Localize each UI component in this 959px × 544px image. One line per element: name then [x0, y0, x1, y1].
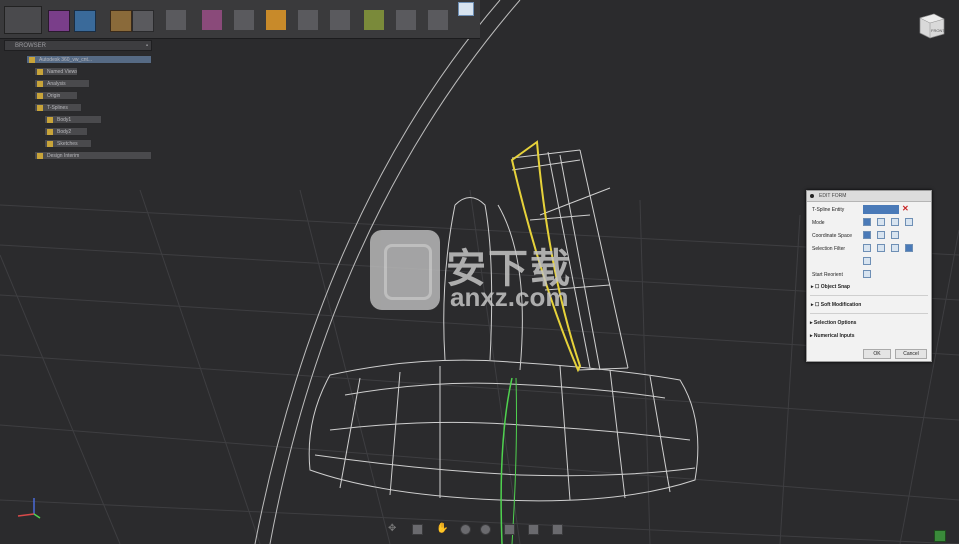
look-at-icon[interactable] — [412, 524, 423, 535]
space-view-icon[interactable] — [877, 231, 885, 239]
app-logo-icon[interactable] — [4, 6, 42, 34]
tree-item-root[interactable]: Autodesk 360_vw_cnt... — [26, 55, 152, 64]
display-settings-icon[interactable] — [504, 524, 515, 535]
select-icon[interactable] — [330, 10, 350, 30]
box-icon[interactable] — [48, 10, 70, 32]
watermark: 安下载 anxz.com — [370, 228, 590, 314]
tree-item-body2[interactable]: Body2 — [44, 127, 88, 136]
filter-edge-icon[interactable] — [877, 244, 885, 252]
reorient-icon[interactable] — [863, 270, 871, 278]
selection-filter-label: Selection Filter — [812, 246, 846, 252]
mode-scale-icon[interactable] — [905, 218, 913, 226]
browser-panel: BROWSER ▪ Autodesk 360_vw_cnt... Named V… — [4, 40, 152, 162]
body-icon — [47, 117, 53, 123]
viewports-icon[interactable] — [552, 524, 563, 535]
tree-item-tsplines[interactable]: T-Splines — [34, 103, 82, 112]
make-icon[interactable] — [396, 10, 416, 30]
bag-logo-icon — [370, 230, 440, 310]
viewcube-icon[interactable]: FRONT — [916, 10, 946, 40]
clear-selection-icon[interactable]: ✕ — [902, 204, 909, 213]
edit-form-dialog: EDIT FORM T-Spline Entity ✕ Mode Coordin… — [806, 190, 932, 362]
close-icon[interactable]: ▪ — [146, 41, 148, 52]
filter-vertex-icon[interactable] — [863, 244, 871, 252]
browser-header: BROWSER ▪ — [4, 40, 152, 51]
fit-icon[interactable] — [480, 524, 491, 535]
tspline-entity-selection[interactable] — [863, 205, 899, 214]
mode-rotate-icon[interactable] — [891, 218, 899, 226]
numerical-inputs-expander[interactable]: ▸ Numerical Inputs — [810, 333, 854, 339]
add-ins-icon[interactable] — [428, 10, 448, 30]
tree-item-body1[interactable]: Body1 — [44, 115, 102, 124]
grid-settings-icon[interactable] — [528, 524, 539, 535]
folder-icon — [37, 69, 43, 75]
mode-multi-icon[interactable] — [863, 218, 871, 226]
insert-edge-icon[interactable] — [132, 10, 154, 32]
folder-icon — [37, 81, 43, 87]
toolbar-group-symmetry — [160, 0, 320, 38]
ok-button[interactable]: OK — [863, 349, 891, 359]
divider — [810, 295, 928, 296]
tree-item-named-views[interactable]: Named Views — [34, 67, 78, 76]
object-snap-expander[interactable]: ▸ ☐ Object Snap — [811, 284, 850, 290]
coordinate-space-label: Coordinate Space — [812, 233, 853, 239]
divider — [810, 313, 928, 314]
modify-icon[interactable] — [74, 10, 96, 32]
filter-body-icon[interactable] — [863, 257, 871, 265]
folder-icon — [37, 105, 43, 111]
mode-translate-icon[interactable] — [877, 218, 885, 226]
component-icon — [29, 57, 35, 63]
folder-icon — [37, 153, 43, 159]
axis-triad-icon — [17, 498, 41, 519]
viewcube-face: FRONT — [931, 28, 945, 33]
sketch-icon — [47, 141, 53, 147]
tspline-entity-label: T-Spline Entity — [812, 207, 845, 213]
tree-item-design[interactable]: Design Interim — [34, 151, 152, 160]
edit-form-icon[interactable] — [110, 10, 132, 32]
toolbar-group-modify — [106, 0, 156, 38]
edit-form-title: EDIT FORM — [819, 193, 847, 199]
start-reorient-label: Start Reorient — [812, 272, 843, 278]
dialog-dot-icon — [810, 194, 814, 198]
body-icon — [47, 129, 53, 135]
selection-options-expander[interactable]: ▸ Selection Options — [810, 320, 856, 326]
filter-face-icon[interactable] — [891, 244, 899, 252]
orbit-icon[interactable]: ✥ — [388, 524, 399, 535]
insert-icon[interactable] — [298, 10, 318, 30]
space-local-icon[interactable] — [891, 231, 899, 239]
navigation-bar: ✥ ✋ — [386, 520, 570, 538]
browser-title: BROWSER — [15, 43, 47, 49]
watermark-domain: anxz.com — [450, 282, 569, 312]
space-world-icon[interactable] — [863, 231, 871, 239]
toolbar-group-select — [326, 0, 476, 38]
toolbar-group-create — [46, 0, 106, 38]
tree-item-sketches[interactable]: Sketches — [44, 139, 92, 148]
filter-all-icon[interactable] — [905, 244, 913, 252]
display-icon[interactable] — [458, 2, 474, 16]
utilities-icon[interactable] — [202, 10, 222, 30]
main-toolbar — [0, 0, 480, 39]
finish-form-icon[interactable] — [364, 10, 384, 30]
notification-icon[interactable] — [934, 530, 946, 542]
soft-modification-expander[interactable]: ▸ ☐ Soft Modification — [811, 302, 861, 308]
zoom-icon[interactable] — [460, 524, 471, 535]
edit-form-title-bar[interactable]: EDIT FORM — [807, 191, 931, 202]
tree-item-analysis[interactable]: Analysis — [34, 79, 90, 88]
construct-icon[interactable] — [234, 10, 254, 30]
symmetry-icon[interactable] — [166, 10, 186, 30]
pan-icon[interactable]: ✋ — [436, 524, 448, 535]
mode-label: Mode — [812, 220, 825, 226]
tree-item-origin[interactable]: Origin — [34, 91, 78, 100]
cancel-button[interactable]: Cancel — [895, 349, 927, 359]
folder-icon — [37, 93, 43, 99]
inspect-icon[interactable] — [266, 10, 286, 30]
